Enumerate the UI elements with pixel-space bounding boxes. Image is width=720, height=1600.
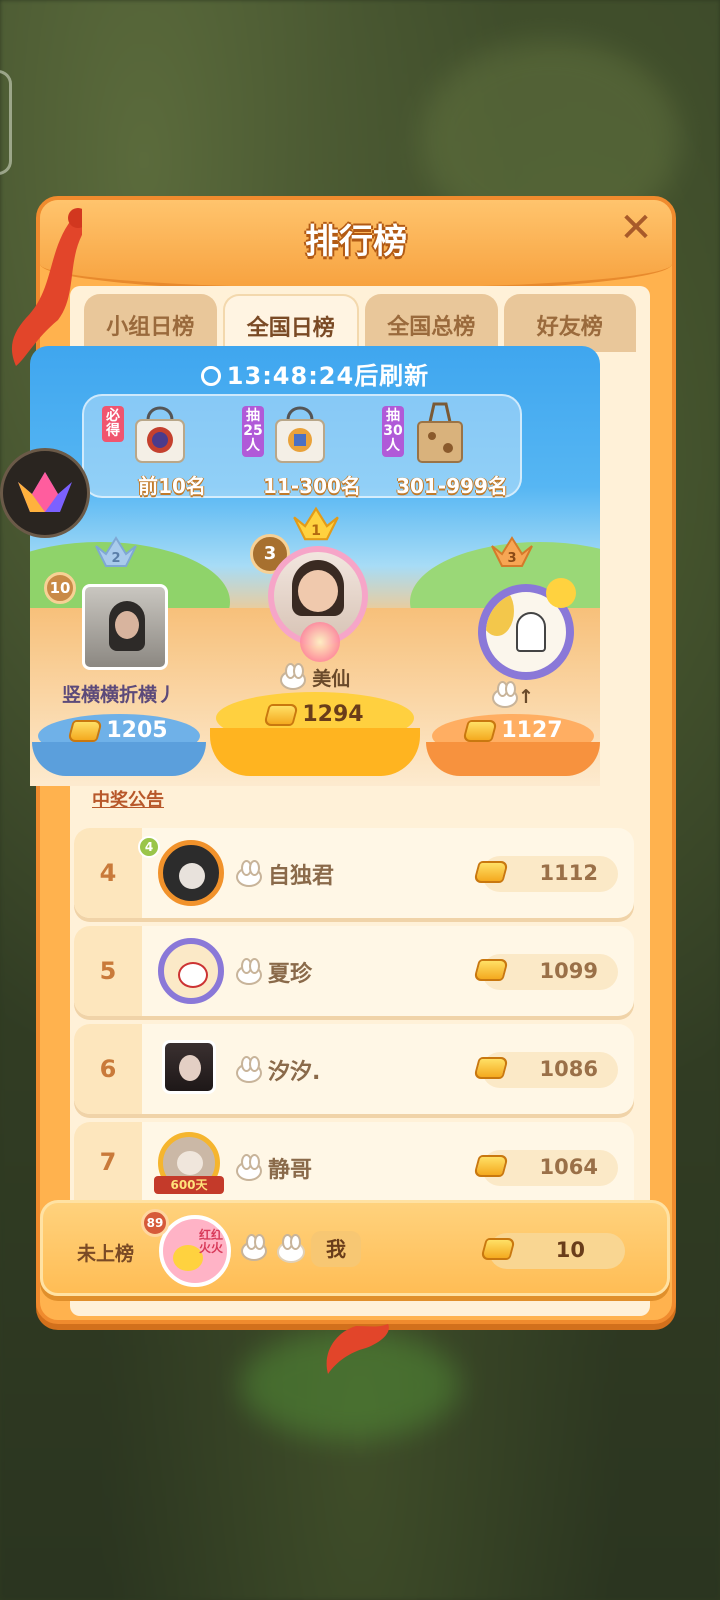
podium-base (210, 728, 420, 776)
gold-bar-icon (67, 719, 104, 742)
my-avatar[interactable]: 红红火火 (159, 1215, 231, 1287)
user-name: 静哥 (236, 1152, 312, 1184)
reward-range: 11-300名 (263, 474, 361, 498)
svg-text:3: 3 (507, 551, 516, 566)
reward-tag: 抽30人 (382, 406, 404, 457)
ribbon-decoration (11, 208, 82, 366)
level-badge: 4 (138, 836, 160, 858)
rank-number: 6 (74, 1024, 142, 1114)
panel-title: 排行榜 (305, 222, 407, 262)
avatar[interactable] (158, 840, 224, 906)
rabbit-icon (236, 860, 262, 887)
reward-tier-301-999[interactable]: 抽30人 301-999名 (382, 402, 522, 498)
player-name: 美仙 (210, 662, 420, 691)
rabbit-icon (241, 1234, 267, 1261)
crown-silver-icon: 2 (95, 536, 137, 567)
gold-bar-icon (473, 1057, 509, 1079)
crown-bronze-icon: 3 (491, 536, 533, 567)
score-box: 1086 (473, 1052, 618, 1088)
frame-label: 600天 (154, 1176, 224, 1194)
table-row[interactable]: 6 汐汐. 1086 (74, 1024, 634, 1114)
sparkle-effect (300, 622, 340, 662)
rank-number: 5 (74, 926, 142, 1016)
rank-number: 4 (74, 828, 142, 918)
gold-bar-icon (263, 703, 300, 726)
my-score-box: 10 (480, 1233, 625, 1269)
svg-text:1: 1 (311, 523, 321, 539)
table-row[interactable]: 4 4 自独君 1112 (74, 828, 634, 918)
podium-score: 1205 (64, 718, 174, 743)
rank-number: 7 (74, 1122, 142, 1202)
score-box: 1112 (473, 856, 618, 892)
user-name: 汐汐. (236, 1054, 320, 1086)
refresh-timer: 13:48:24后刷新 (30, 356, 600, 391)
tab-group-daily[interactable]: 小组日榜 (84, 294, 217, 352)
reward-tag: 抽25人 (242, 406, 264, 457)
podium-second[interactable]: 2 10 竖横横折横丿 1205 (32, 536, 206, 776)
podium-base (32, 742, 206, 776)
level-badge: 10 (44, 572, 76, 604)
gold-bar-icon (473, 861, 509, 883)
podium-base (426, 742, 600, 776)
reward-tier-11-300[interactable]: 抽25人 11-300名 (242, 402, 382, 498)
side-menu-handle[interactable] (0, 70, 12, 175)
score-box: 1064 (473, 1150, 618, 1186)
tab-national-total[interactable]: 全国总榜 (365, 294, 498, 352)
panel-header: 排行榜 ✕ (40, 200, 672, 292)
ribbon-bottom-decoration (326, 1324, 389, 1374)
sun-decoration (546, 578, 576, 608)
gold-bar-icon (473, 959, 509, 981)
crown-logo-icon (18, 472, 72, 512)
rabbit-icon (279, 662, 306, 690)
my-rank-bar[interactable]: 未上榜 红红火火 89 我 10 (40, 1200, 670, 1296)
table-row[interactable]: 7 600天 静哥 1064 (74, 1122, 634, 1202)
reward-range: 前10名 (138, 474, 206, 498)
player-name: 竖横横折横丿 (61, 684, 176, 706)
crown-gold-icon: 1 (293, 506, 339, 541)
avatar-text: 红红火火 (199, 1228, 224, 1255)
podium-third[interactable]: 3 ↑ 1127 (426, 536, 600, 776)
avatar[interactable] (162, 1040, 216, 1094)
my-name: 我 (311, 1231, 361, 1267)
user-name: 夏珍 (236, 956, 312, 988)
app-logo-button[interactable] (0, 448, 90, 538)
reward-range: 301-999名 (396, 474, 508, 498)
reward-tiers[interactable]: 必得 前10名 抽25人 11-300名 抽30人 301-999名 (82, 394, 522, 498)
canvas-bag-icon (417, 402, 463, 463)
rabbit-icon (236, 1154, 262, 1181)
user-name: 自独君 (236, 858, 334, 890)
player-name: ↑ (428, 680, 598, 708)
podium-stage: 13:48:24后刷新 必得 前10名 抽25人 11-300名 抽30人 30… (30, 346, 600, 786)
level-badge: 89 (141, 1209, 169, 1237)
avatar[interactable] (82, 584, 168, 670)
rabbit-icon (236, 958, 262, 985)
podium-score: 1127 (456, 718, 572, 743)
tab-bar: 小组日榜 全国日榜 全国总榜 好友榜 (84, 294, 636, 352)
gold-bar-icon (480, 1238, 516, 1260)
close-icon[interactable]: ✕ (614, 206, 658, 250)
bunny-pet-icon (277, 1234, 305, 1263)
tote-bag-icon (275, 406, 325, 463)
avatar[interactable] (158, 938, 224, 1004)
tote-bag-icon (135, 406, 185, 463)
tab-friends[interactable]: 好友榜 (503, 294, 636, 352)
rabbit-icon (236, 1056, 262, 1083)
tab-national-daily[interactable]: 全国日榜 (222, 294, 359, 352)
my-rank-status: 未上榜 (77, 1243, 135, 1265)
score-box: 1099 (473, 954, 618, 990)
podium-score: 1294 (250, 702, 380, 727)
table-row[interactable]: 5 夏珍 1099 (74, 926, 634, 1016)
announcement-link[interactable]: 中奖公告 (92, 786, 164, 812)
reward-tier-top10[interactable]: 必得 前10名 (102, 402, 242, 498)
gold-bar-icon (473, 1155, 509, 1177)
clock-icon (200, 366, 221, 386)
svg-text:2: 2 (111, 551, 120, 566)
podium-first[interactable]: 1 3 美仙 1294 (210, 506, 420, 776)
rabbit-icon (492, 680, 519, 708)
reward-tag: 必得 (102, 406, 124, 442)
gold-bar-icon (462, 719, 499, 742)
